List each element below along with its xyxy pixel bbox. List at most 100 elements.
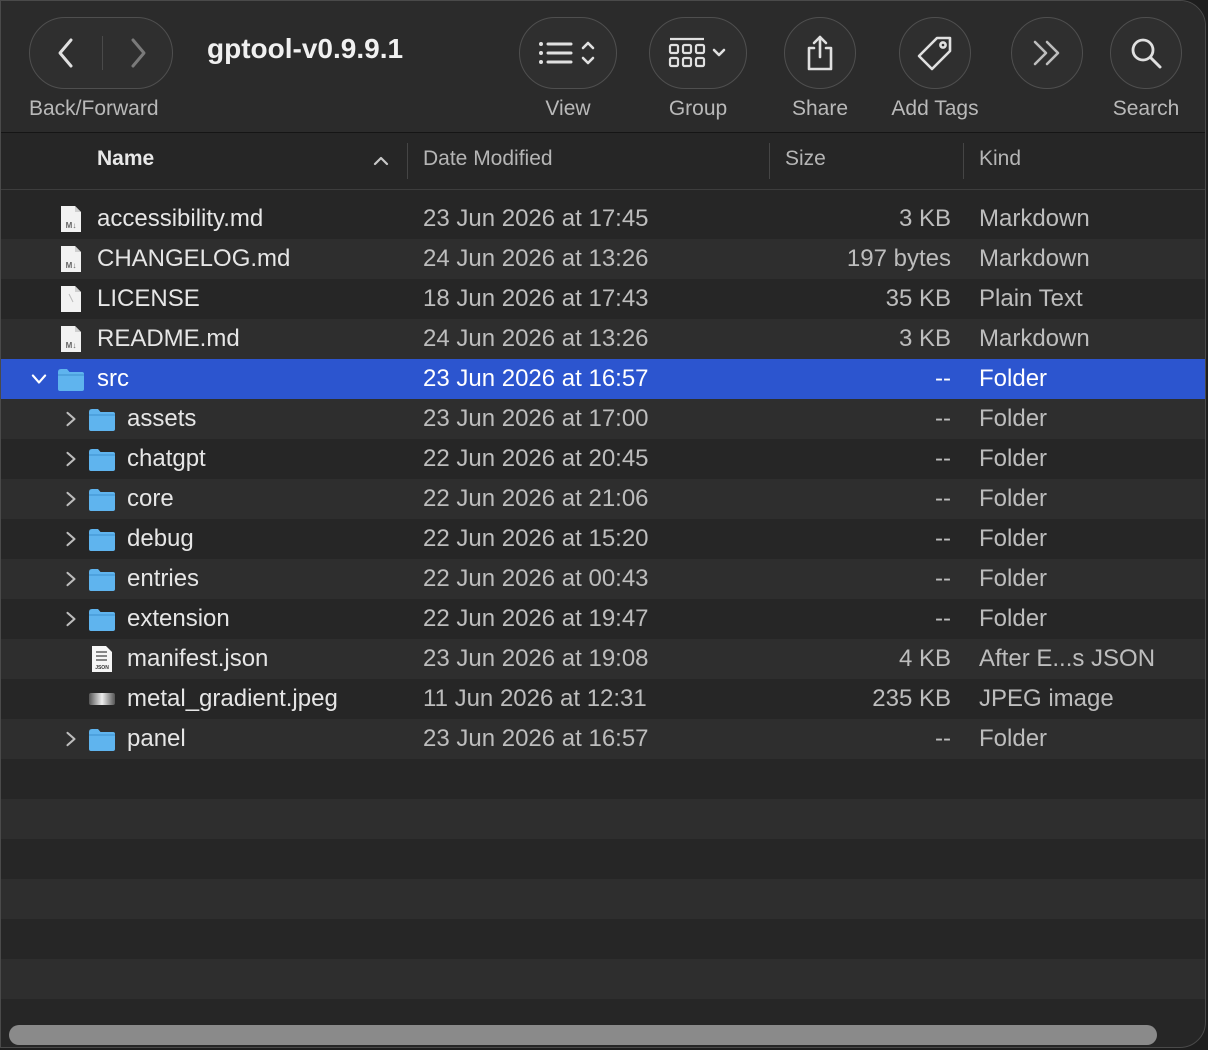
file-name: entries	[127, 565, 200, 592]
disclosure-collapsed-chevron-icon[interactable]	[59, 599, 83, 639]
file-date-modified: 22 Jun 2026 at 20:45	[423, 445, 649, 472]
file-name: debug	[127, 525, 194, 552]
group-grid-icon	[668, 37, 726, 68]
sort-ascending-chevron-icon	[373, 156, 389, 166]
file-row[interactable]: core 22 Jun 2026 at 21:06 -- Folder	[1, 479, 1205, 519]
file-row[interactable]: entries 22 Jun 2026 at 00:43 -- Folder	[1, 559, 1205, 599]
file-row[interactable]: panel 23 Jun 2026 at 16:57 -- Folder	[1, 719, 1205, 759]
svg-text:M↓: M↓	[66, 221, 77, 230]
forward-button[interactable]	[102, 18, 174, 88]
file-size: 4 KB	[898, 645, 951, 672]
file-size: 197 bytes	[846, 245, 951, 272]
file-date-modified: 24 Jun 2026 at 13:26	[423, 245, 649, 272]
file-row[interactable]: chatgpt 22 Jun 2026 at 20:45 -- Folder	[1, 439, 1205, 479]
group-label: Group	[668, 97, 728, 120]
column-kind-header[interactable]: Kind	[979, 133, 1021, 189]
svg-text:JSON: JSON	[95, 665, 109, 671]
file-kind: After E...s JSON	[979, 645, 1156, 672]
file-kind: Folder	[979, 565, 1048, 592]
file-row[interactable]: src 23 Jun 2026 at 16:57 -- Folder	[1, 359, 1205, 399]
back-button[interactable]	[30, 18, 102, 88]
svg-text:M↓: M↓	[66, 341, 77, 350]
file-row[interactable]: metal_gradient.jpeg 11 Jun 2026 at 12:31 2…	[1, 679, 1205, 719]
file-size: --	[935, 565, 951, 592]
folder-icon	[87, 404, 117, 434]
file-kind: Markdown	[979, 245, 1090, 272]
share-button[interactable]	[784, 17, 856, 89]
search-label: Search	[1112, 97, 1180, 120]
disclosure-collapsed-chevron-icon[interactable]	[59, 399, 83, 439]
disclosure-expanded-chevron-icon[interactable]	[27, 359, 51, 399]
file-row[interactable]: M↓ accessibility.md 23 Jun 2026 at 17:45 3 …	[1, 199, 1205, 239]
group-button[interactable]	[649, 17, 747, 89]
markdown-file-icon: M↓	[56, 204, 86, 234]
file-row[interactable]: JSON manifest.json 23 Jun 2026 at 19:08 4 K…	[1, 639, 1205, 679]
chevron-left-icon	[58, 38, 73, 68]
file-date-modified: 24 Jun 2026 at 13:26	[423, 325, 649, 352]
jpeg-file-icon	[87, 684, 117, 714]
file-size: --	[935, 445, 951, 472]
json-file-icon: JSON	[87, 644, 117, 674]
column-divider[interactable]	[769, 143, 770, 179]
file-row[interactable]: LICENSE 18 Jun 2026 at 17:43 35 KB Plain Te…	[1, 279, 1205, 319]
disclosure-collapsed-chevron-icon[interactable]	[59, 719, 83, 759]
file-row[interactable]: M↓ README.md 24 Jun 2026 at 13:26 3 KB Markd…	[1, 319, 1205, 359]
file-name: src	[97, 365, 129, 392]
file-kind: Markdown	[979, 205, 1090, 232]
file-name: CHANGELOG.md	[97, 245, 291, 272]
back-forward-label: Back/Forward	[29, 97, 159, 120]
folder-icon	[87, 724, 117, 754]
column-size-header[interactable]: Size	[785, 133, 826, 189]
more-toolbar-button[interactable]	[1011, 17, 1083, 89]
file-name: panel	[127, 725, 186, 752]
file-name: assets	[127, 405, 197, 432]
file-date-modified: 23 Jun 2026 at 17:00	[423, 405, 649, 432]
horizontal-scrollbar[interactable]	[9, 1025, 1157, 1045]
file-size: --	[935, 365, 951, 392]
file-kind: Folder	[979, 405, 1048, 432]
file-name: accessibility.md	[97, 205, 264, 232]
share-label: Share	[791, 97, 849, 120]
markdown-file-icon: M↓	[56, 324, 86, 354]
file-kind: Folder	[979, 445, 1048, 472]
text-file-icon	[56, 284, 86, 314]
back-forward-control	[29, 17, 173, 89]
file-date-modified: 11 Jun 2026 at 12:31	[423, 685, 647, 712]
file-kind: JPEG image	[979, 685, 1114, 712]
file-date-modified: 23 Jun 2026 at 16:57	[423, 365, 649, 392]
file-name: extension	[127, 605, 230, 632]
file-name: metal_gradient.jpeg	[127, 685, 338, 712]
folder-icon	[87, 564, 117, 594]
empty-row	[1, 759, 1205, 799]
disclosure-collapsed-chevron-icon[interactable]	[59, 559, 83, 599]
file-kind: Folder	[979, 725, 1048, 752]
list-view-icon	[539, 41, 595, 65]
disclosure-collapsed-chevron-icon[interactable]	[59, 479, 83, 519]
search-button[interactable]	[1110, 17, 1182, 89]
file-row[interactable]: extension 22 Jun 2026 at 19:47 -- Folder	[1, 599, 1205, 639]
file-list: M↓ accessibility.md 23 Jun 2026 at 17:45 3 …	[1, 199, 1205, 999]
file-size: 235 KB	[872, 685, 951, 712]
column-divider[interactable]	[407, 143, 408, 179]
disclosure-collapsed-chevron-icon[interactable]	[59, 519, 83, 559]
file-date-modified: 22 Jun 2026 at 19:47	[423, 605, 649, 632]
disclosure-collapsed-chevron-icon[interactable]	[59, 439, 83, 479]
folder-icon	[87, 524, 117, 554]
view-button[interactable]	[519, 17, 617, 89]
file-date-modified: 23 Jun 2026 at 16:57	[423, 725, 649, 752]
view-label: View	[545, 97, 591, 120]
file-kind: Markdown	[979, 325, 1090, 352]
search-icon	[1131, 38, 1162, 69]
file-row[interactable]: M↓ CHANGELOG.md 24 Jun 2026 at 13:26 197 by…	[1, 239, 1205, 279]
file-date-modified: 23 Jun 2026 at 17:45	[423, 205, 649, 232]
column-date-header[interactable]: Date Modified	[423, 133, 553, 189]
file-date-modified: 22 Jun 2026 at 00:43	[423, 565, 649, 592]
add-tags-button[interactable]	[899, 17, 971, 89]
file-row[interactable]: assets 23 Jun 2026 at 17:00 -- Folder	[1, 399, 1205, 439]
file-name: LICENSE	[97, 285, 200, 312]
column-divider[interactable]	[963, 143, 964, 179]
file-row[interactable]: debug 22 Jun 2026 at 15:20 -- Folder	[1, 519, 1205, 559]
file-date-modified: 23 Jun 2026 at 19:08	[423, 645, 649, 672]
toolbar: Back/Forward gptool-v0.9.9.1 View Group …	[1, 1, 1205, 133]
column-name-header[interactable]: Name	[97, 133, 154, 189]
